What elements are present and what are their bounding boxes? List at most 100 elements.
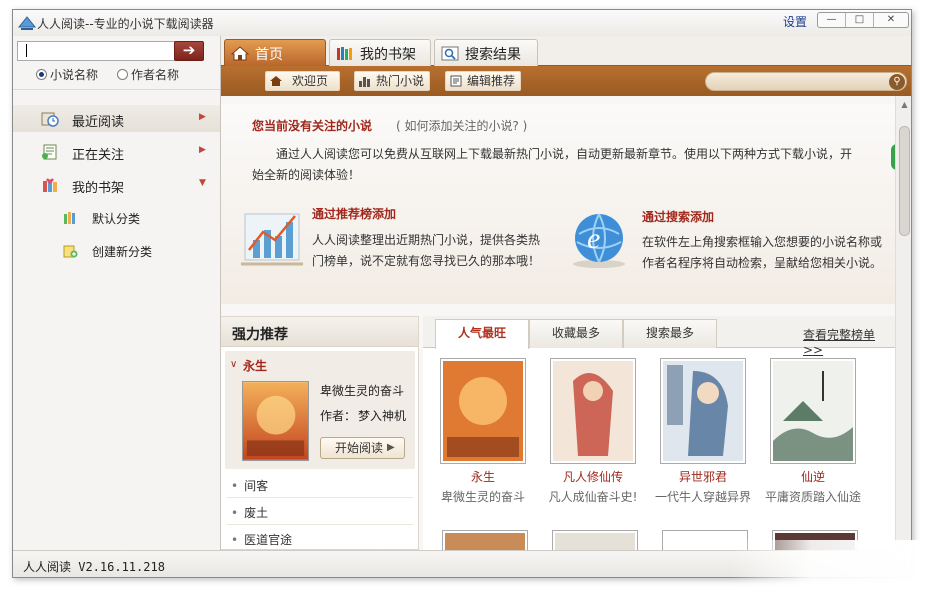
subnav-welcome[interactable]: 欢迎页: [265, 71, 340, 91]
author-label: 作者：: [320, 409, 357, 423]
recommend-title: 强力推荐: [232, 327, 288, 343]
book-card[interactable]: 异世邪君 一代牛人穿越异界: [653, 358, 753, 505]
welcome-intro: 通过人人阅读您可以免费从互联网上下载最新热门小说，自动更新最新章节。使用以下两种…: [252, 147, 853, 182]
radio-novel-name-label: 小说名称: [50, 68, 99, 82]
recommend-header: 强力推荐: [221, 317, 418, 347]
tab-popular[interactable]: 人气最旺: [435, 319, 529, 349]
window-title: 人人阅读--专业的小说下载阅读器: [37, 17, 214, 31]
watermark-overlay: [730, 540, 932, 598]
sidebar-item-bookshelf[interactable]: 我的书架 ▼: [13, 171, 220, 198]
list-item-label: 医道官途: [244, 533, 293, 547]
heart-books-icon: [43, 178, 57, 192]
tab-label: 我的书架: [360, 47, 416, 63]
book-icon: [450, 75, 462, 87]
tab-most-searched[interactable]: 搜索最多: [623, 319, 717, 348]
list-item-label: 废土: [244, 506, 269, 520]
sidebar-item-recent[interactable]: 最近阅读 ▶: [13, 105, 220, 132]
book-card[interactable]: 仙逆 平庸资质踏入仙途: [763, 358, 863, 505]
settings-link[interactable]: 设置: [783, 13, 807, 30]
sidebar-item-label: 默认分类: [92, 212, 141, 226]
bullet-icon: •: [231, 506, 239, 520]
featured-book-desc: 卑微生灵的奋斗: [320, 384, 405, 398]
book-cover[interactable]: [770, 358, 856, 464]
book-desc: 凡人成仙奋斗史!: [548, 490, 638, 504]
close-button[interactable]: ✕: [874, 13, 908, 27]
sidebar-item-following[interactable]: 正在关注 ▶: [13, 138, 220, 165]
featured-book-author: 梦入神机: [358, 409, 407, 423]
method2-title: 通过搜索添加: [642, 210, 715, 224]
tab-search-results[interactable]: 搜索结果: [434, 39, 538, 66]
search-input[interactable]: [17, 41, 175, 61]
status-text: 人人阅读 V2.16.11.218: [23, 560, 165, 574]
sidebar-item-label: 我的书架: [72, 181, 125, 196]
right-arrow-icon: ➔: [182, 41, 196, 59]
radio-novel-name[interactable]: 小说名称: [36, 66, 98, 83]
subnav-label: 欢迎页: [292, 74, 329, 88]
bullet-icon: •: [231, 533, 239, 547]
radio-author-name[interactable]: 作者名称: [117, 66, 179, 83]
search-go-button[interactable]: ➔: [174, 41, 204, 61]
method1-title: 通过推荐榜添加: [312, 207, 397, 221]
scrollbar[interactable]: ▲: [895, 96, 911, 550]
book-title[interactable]: 凡人修仙传: [543, 468, 643, 485]
chevron-down-icon: ▼: [199, 178, 206, 188]
welcome-title: 您当前没有关注的小说: [252, 119, 373, 133]
book-card[interactable]: 凡人修仙传 凡人成仙奋斗史!: [543, 358, 643, 505]
sidebar-item-label: 创建新分类: [92, 245, 153, 259]
featured-book-title[interactable]: 永生: [243, 357, 267, 374]
clock-icon: [41, 112, 59, 127]
book-cover[interactable]: [550, 358, 636, 464]
books-icon: [64, 212, 75, 224]
method1-text: 人人阅读整理出近期热门小说，提供各类热门榜单，说不定就有您寻找已久的那本哦！: [312, 233, 541, 268]
featured-book: ∨ 永生 卑微生灵的奋斗 作者： 梦入神机 开始阅读 ▶: [225, 351, 415, 469]
left-panel: ➔ 小说名称 作者名称 最近阅读 ▶ 正在关注 ▶ 我的书架 ▼ 默认分类 创建…: [13, 36, 221, 550]
divider: [227, 497, 413, 498]
chevron-right-icon: ▶: [387, 442, 395, 453]
chevron-down-icon: ∨: [230, 359, 238, 370]
chevron-right-icon: ▶: [199, 145, 206, 155]
subnav-hot-novels[interactable]: 热门小说: [354, 71, 430, 91]
book-title[interactable]: 永生: [433, 468, 533, 485]
chevron-right-icon: ▶: [199, 112, 206, 122]
bars-icon: [359, 77, 370, 87]
divider: [13, 89, 220, 90]
subnav-editor-picks[interactable]: 编辑推荐: [445, 71, 521, 91]
maximize-button[interactable]: □: [846, 13, 874, 27]
search-icon[interactable]: ⚲: [889, 74, 905, 90]
globe-illustration-icon: e: [573, 213, 625, 268]
book-desc: 卑微生灵的奋斗: [440, 490, 525, 504]
tab-home[interactable]: 首页: [224, 39, 326, 67]
list-item[interactable]: • 废土: [231, 504, 268, 521]
book-card[interactable]: 永生 卑微生灵的奋斗: [433, 358, 533, 505]
book-desc: 平庸资质踏入仙途: [764, 490, 861, 504]
app-logo-icon: [17, 16, 37, 30]
minimize-button[interactable]: —: [818, 13, 846, 27]
ranking-tab-bar: 人气最旺 收藏最多 搜索最多 查看完整榜单>>: [423, 316, 895, 357]
top-search-input[interactable]: ⚲: [705, 72, 907, 91]
start-reading-label: 开始阅读: [335, 441, 384, 455]
howto-link[interactable]: ( 如何添加关注的小说? ): [396, 117, 527, 134]
list-item[interactable]: • 间客: [231, 477, 268, 494]
tab-most-favorited[interactable]: 收藏最多: [529, 319, 623, 348]
book-cover[interactable]: [440, 358, 526, 464]
document-icon: [42, 144, 57, 160]
list-item[interactable]: • 医道官途: [231, 531, 292, 548]
sidebar-item-label: 正在关注: [72, 148, 125, 163]
ranking-panel: 人气最旺 收藏最多 搜索最多 查看完整榜单>> 永生 卑微生灵的奋斗 凡人修仙传…: [423, 316, 895, 554]
full-ranking-link[interactable]: 查看完整榜单>>: [803, 326, 895, 357]
main-tab-bar: 首页 我的书架 搜索结果: [221, 36, 911, 67]
book-cover[interactable]: [660, 358, 746, 464]
start-reading-button[interactable]: 开始阅读 ▶: [320, 437, 405, 459]
tab-bookshelf[interactable]: 我的书架: [329, 39, 431, 66]
sidebar-item-new-category[interactable]: 创建新分类: [13, 237, 220, 264]
book-desc: 一代牛人穿越异界: [654, 490, 751, 504]
sidebar-item-default-category[interactable]: 默认分类: [13, 204, 220, 231]
title-bar: 人人阅读--专业的小说下载阅读器 设置 — □ ✕: [13, 10, 911, 36]
book-title[interactable]: 异世邪君: [653, 468, 753, 485]
scroll-thumb[interactable]: [899, 126, 910, 236]
divider: [227, 524, 413, 525]
scroll-up-icon[interactable]: ▲: [896, 98, 911, 112]
featured-book-cover[interactable]: [242, 381, 309, 461]
radio-dot: [36, 69, 47, 80]
book-title[interactable]: 仙逆: [763, 468, 863, 485]
